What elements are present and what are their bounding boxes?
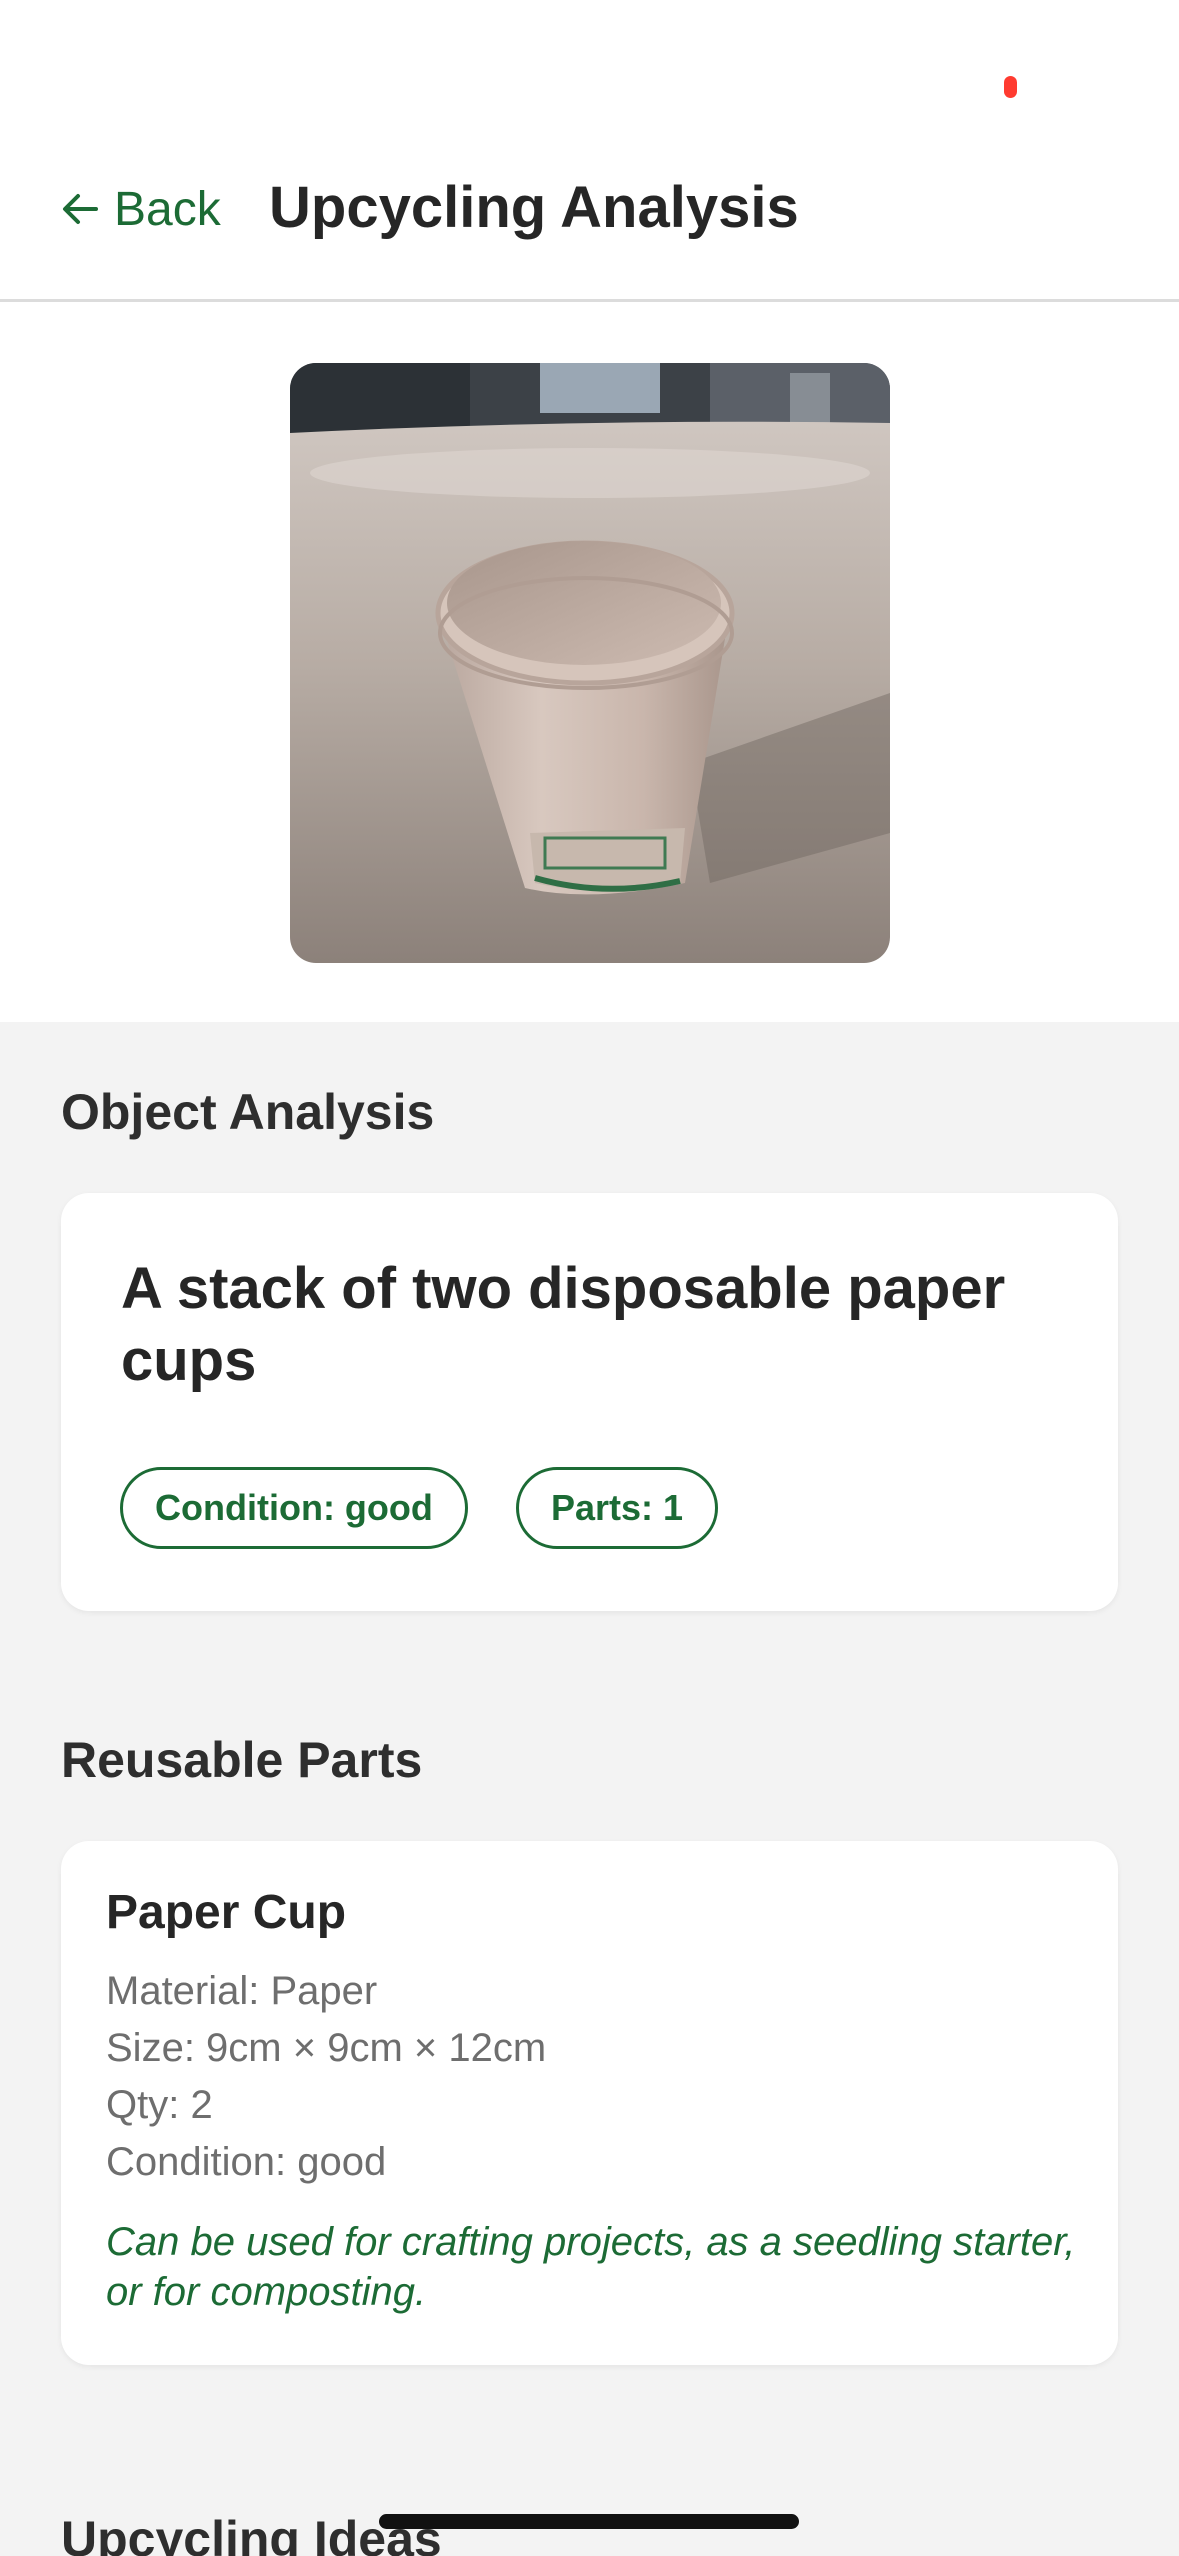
screen: Back Upcycling Analysis Object Analysis …	[0, 0, 1179, 2556]
object-analysis-card: A stack of two disposable paper cups Con…	[61, 1193, 1118, 1611]
object-analysis-heading: Object Analysis	[61, 1084, 435, 1140]
status-bar	[0, 0, 1179, 140]
photo-section	[0, 302, 1179, 1022]
paper-cup-photo	[290, 363, 890, 963]
object-photo	[290, 363, 890, 963]
back-button[interactable]: Back	[60, 174, 221, 244]
part-condition: Condition: good	[106, 2140, 387, 2184]
part-quantity: Qty: 2	[106, 2083, 213, 2127]
back-label: Back	[114, 182, 221, 236]
condition-chip: Condition: good	[120, 1467, 468, 1549]
part-material: Material: Paper	[106, 1969, 378, 2013]
recording-indicator-icon	[1004, 76, 1017, 98]
part-card: Paper Cup Material: Paper Size: 9cm × 9c…	[61, 1841, 1118, 2365]
parts-count-chip: Parts: 1	[516, 1467, 719, 1549]
page-title: Upcycling Analysis	[269, 175, 799, 240]
part-size: Size: 9cm × 9cm × 12cm	[106, 2026, 547, 2070]
home-indicator[interactable]	[379, 2514, 799, 2529]
part-reuse-note: Can be used for crafting projects, as a …	[106, 2220, 1076, 2314]
part-name: Paper Cup	[106, 1886, 347, 1939]
nav-header: Back Upcycling Analysis	[0, 140, 1179, 302]
object-name: A stack of two disposable paper cups	[121, 1256, 1006, 1393]
arrow-left-icon	[63, 194, 98, 224]
reusable-parts-heading: Reusable Parts	[61, 1732, 423, 1788]
